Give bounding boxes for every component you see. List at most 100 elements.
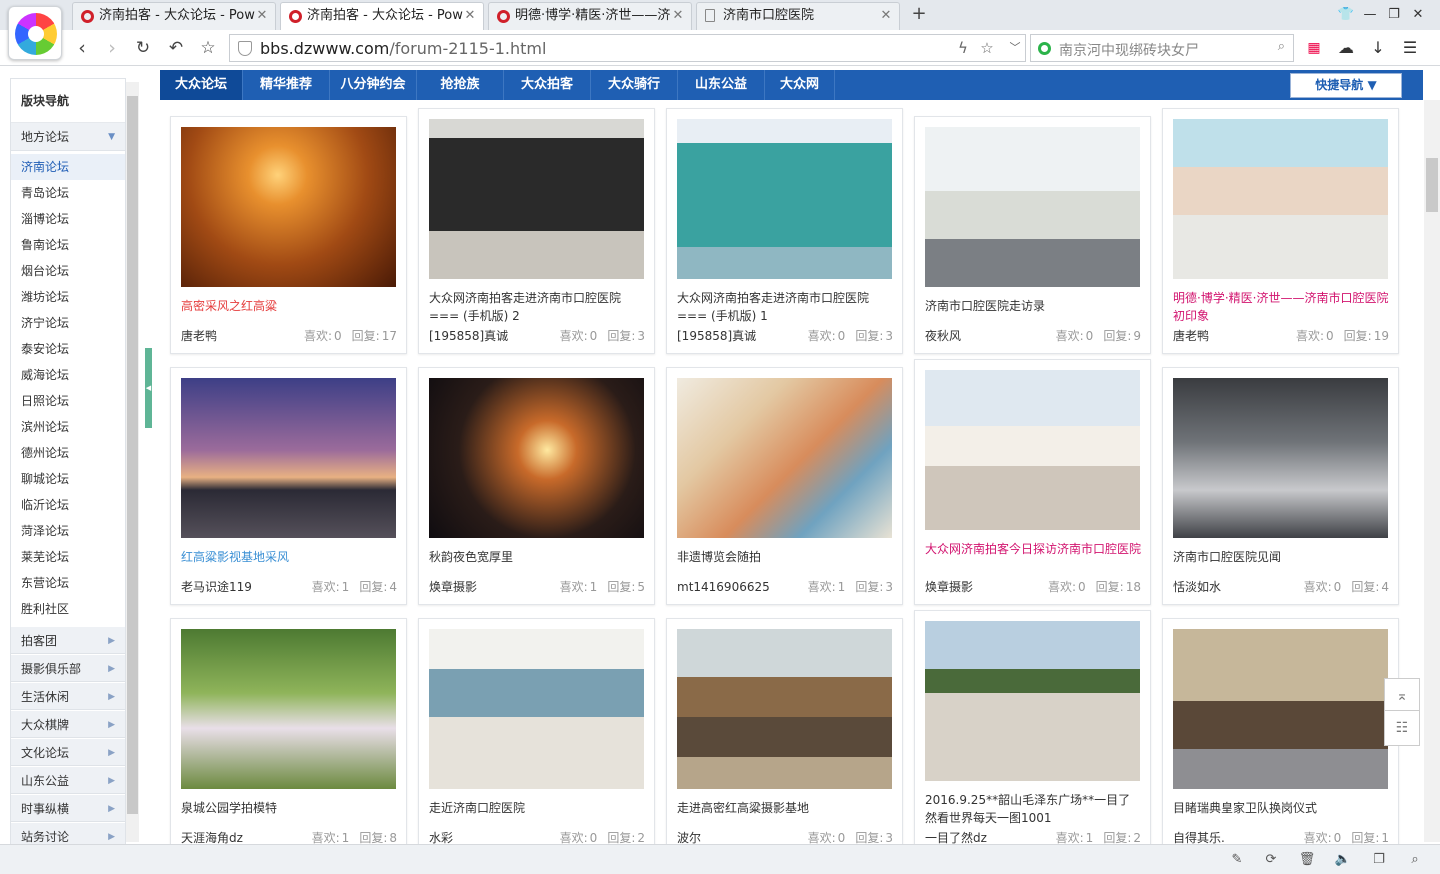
close-tab-icon[interactable]: ✕: [255, 3, 269, 29]
sidebar-item[interactable]: 鲁南论坛: [11, 232, 125, 258]
browser-tab[interactable]: 济南拍客 - 大众论坛 - Pow ✕: [72, 2, 276, 30]
sidebar-item[interactable]: 临沂论坛: [11, 492, 125, 518]
sidebar-item[interactable]: 东营论坛: [11, 570, 125, 596]
post-card[interactable]: 大众网济南拍客走进济南市口腔医院=== (手机版) 2 [195858]真诚 喜欢:…: [418, 108, 655, 354]
post-title[interactable]: 目睹瑞典皇家卫队换岗仪式: [1173, 799, 1389, 817]
post-title[interactable]: 红高粱影视基地采风: [181, 548, 397, 566]
sidebar-scroll-thumb[interactable]: [127, 96, 138, 814]
nav-tab[interactable]: 大众骑行: [591, 70, 678, 100]
post-title[interactable]: 泉城公园学拍模特: [181, 799, 397, 817]
sidebar-section[interactable]: 文化论坛 ▶: [11, 738, 125, 766]
post-thumbnail[interactable]: [1173, 378, 1388, 538]
post-author[interactable]: 唐老鸭: [181, 327, 217, 345]
minimize-icon[interactable]: —: [1360, 5, 1380, 25]
sidebar-item[interactable]: 菏泽论坛: [11, 518, 125, 544]
download-icon[interactable]: ↓: [1366, 36, 1390, 60]
sidebar-group[interactable]: 地方论坛 ▼: [11, 123, 125, 151]
post-author[interactable]: 焕章摄影: [429, 578, 477, 596]
post-card[interactable]: 秋韵夜色宽厚里 焕章摄影 喜欢: 1 回复: 5: [418, 367, 655, 605]
post-title[interactable]: 大众网济南拍客走进济南市口腔医院=== (手机版) 2: [429, 289, 645, 325]
sidebar-item[interactable]: 滨州论坛: [11, 414, 125, 440]
post-title[interactable]: 非遗博览会随拍: [677, 548, 893, 566]
nav-tab[interactable]: 抢抢族: [417, 70, 504, 100]
page-scroll-thumb[interactable]: [1426, 158, 1438, 212]
nav-tab[interactable]: 大众拍客: [504, 70, 591, 100]
post-thumbnail[interactable]: [677, 119, 892, 279]
sidebar-item[interactable]: 胜利社区: [11, 596, 125, 622]
post-author[interactable]: [195858]真诚: [677, 327, 756, 345]
post-author[interactable]: 恬淡如水: [1173, 578, 1221, 596]
bookmark-star-icon[interactable]: ☆: [196, 36, 220, 60]
favorite-star-icon[interactable]: ☆: [976, 37, 998, 59]
post-title[interactable]: 济南市口腔医院见闻: [1173, 548, 1389, 566]
post-title[interactable]: 大众网济南拍客走进济南市口腔医院=== (手机版) 1: [677, 289, 893, 325]
sidebar-item[interactable]: 济南论坛: [11, 154, 125, 180]
post-title[interactable]: 大众网济南拍客今日探访济南市口腔医院: [925, 540, 1141, 576]
browser-logo[interactable]: [8, 6, 62, 60]
back-to-top-icon[interactable]: ⌅: [1384, 678, 1420, 714]
sidebar-item[interactable]: 潍坊论坛: [11, 284, 125, 310]
sidebar-section[interactable]: 摄影俱乐部 ▶: [11, 654, 125, 682]
sidebar-item[interactable]: 德州论坛: [11, 440, 125, 466]
post-card[interactable]: 目睹瑞典皇家卫队换岗仪式 自得其乐. 喜欢: 0 回复: 1: [1162, 618, 1399, 856]
post-card[interactable]: 大众网济南拍客今日探访济南市口腔医院 焕章摄影 喜欢: 0 回复: 18: [914, 359, 1151, 605]
sidebar-item[interactable]: 济宁论坛: [11, 310, 125, 336]
search-input[interactable]: 南京河中现绑砖块女尸: [1059, 40, 1199, 60]
sidebar-item[interactable]: 莱芜论坛: [11, 544, 125, 570]
page-scrollbar[interactable]: [1424, 100, 1440, 842]
post-thumbnail[interactable]: [1173, 629, 1388, 789]
window-icon[interactable]: ❐: [1368, 849, 1390, 871]
back-icon[interactable]: ‹: [70, 36, 94, 60]
post-thumbnail[interactable]: [181, 378, 396, 538]
post-title[interactable]: 高密采风之红高粱: [181, 297, 397, 315]
post-author[interactable]: 夜秋风: [925, 327, 961, 345]
post-author[interactable]: [195858]真诚: [429, 327, 508, 345]
post-author[interactable]: mt1416906625: [677, 578, 770, 596]
sidebar-item[interactable]: 泰安论坛: [11, 336, 125, 362]
post-title[interactable]: 2016.9.25**韶山毛泽东广场**一目了然看世界每天一图1001: [925, 791, 1141, 827]
cloud-icon[interactable]: ☁: [1334, 36, 1358, 60]
reload-icon[interactable]: ↻: [131, 36, 155, 60]
sidebar-item[interactable]: 威海论坛: [11, 362, 125, 388]
close-window-icon[interactable]: ✕: [1408, 5, 1428, 25]
post-card[interactable]: 走近济南口腔医院 水彩 喜欢: 0 回复: 2: [418, 618, 655, 856]
post-title[interactable]: 走进高密红高粱摄影基地: [677, 799, 893, 817]
browser-tab[interactable]: 济南拍客 - 大众论坛 - Pow ✕: [280, 2, 484, 30]
chevron-down-icon[interactable]: ﹀: [1004, 37, 1026, 59]
quick-nav-button[interactable]: 快捷导航 ▼: [1290, 73, 1402, 98]
post-title[interactable]: 明德·博学·精医·济世——济南市口腔医院初印象: [1173, 289, 1389, 325]
post-card[interactable]: 明德·博学·精医·济世——济南市口腔医院初印象 唐老鸭 喜欢: 0 回复: 19: [1162, 108, 1399, 354]
post-author[interactable]: 焕章摄影: [925, 578, 973, 596]
lightning-icon[interactable]: ϟ: [952, 37, 974, 59]
post-card[interactable]: 济南市口腔医院走访录 夜秋风 喜欢: 0 回复: 9: [914, 116, 1151, 354]
post-card[interactable]: 2016.9.25**韶山毛泽东广场**一目了然看世界每天一图1001 一目了然d…: [914, 610, 1151, 856]
maximize-icon[interactable]: ❐: [1384, 5, 1404, 25]
post-card[interactable]: 高密采风之红高粱 唐老鸭 喜欢: 0 回复: 17: [170, 116, 407, 354]
post-thumbnail[interactable]: [925, 127, 1140, 287]
address-bar[interactable]: bbs.dzwww.com/forum-2115-1.html ϟ ☆ ﹀: [229, 34, 1026, 62]
sidebar-item[interactable]: 烟台论坛: [11, 258, 125, 284]
search-icon[interactable]: ⌕: [1278, 39, 1285, 54]
refresh-icon[interactable]: ⟳: [1260, 849, 1282, 871]
post-thumbnail[interactable]: [429, 378, 644, 538]
post-card[interactable]: 走进高密红高粱摄影基地 波尔 喜欢: 0 回复: 3: [666, 618, 903, 856]
zoom-icon[interactable]: ⌕: [1404, 849, 1426, 871]
nav-tab[interactable]: 山东公益: [678, 70, 765, 100]
sidebar-item[interactable]: 淄博论坛: [11, 206, 125, 232]
sidebar-collapse-handle[interactable]: ◀: [145, 348, 152, 428]
post-card[interactable]: 非遗博览会随拍 mt1416906625 喜欢: 1 回复: 3: [666, 367, 903, 605]
url-text[interactable]: bbs.dzwww.com/forum-2115-1.html: [260, 39, 546, 58]
list-view-icon[interactable]: ☷: [1384, 710, 1420, 746]
post-thumbnail[interactable]: [181, 629, 396, 789]
forward-icon[interactable]: ›: [100, 36, 124, 60]
post-title[interactable]: 秋韵夜色宽厚里: [429, 548, 645, 566]
nav-tab[interactable]: 精华推荐: [243, 70, 330, 100]
pin-icon[interactable]: ✎: [1226, 849, 1248, 871]
close-tab-icon[interactable]: ✕: [463, 3, 477, 29]
post-author[interactable]: 老马识途119: [181, 578, 252, 596]
post-thumbnail[interactable]: [925, 370, 1140, 530]
post-card[interactable]: 济南市口腔医院见闻 恬淡如水 喜欢: 0 回复: 4: [1162, 367, 1399, 605]
post-thumbnail[interactable]: [677, 378, 892, 538]
post-thumbnail[interactable]: [429, 629, 644, 789]
trash-icon[interactable]: 🗑: [1296, 849, 1318, 871]
